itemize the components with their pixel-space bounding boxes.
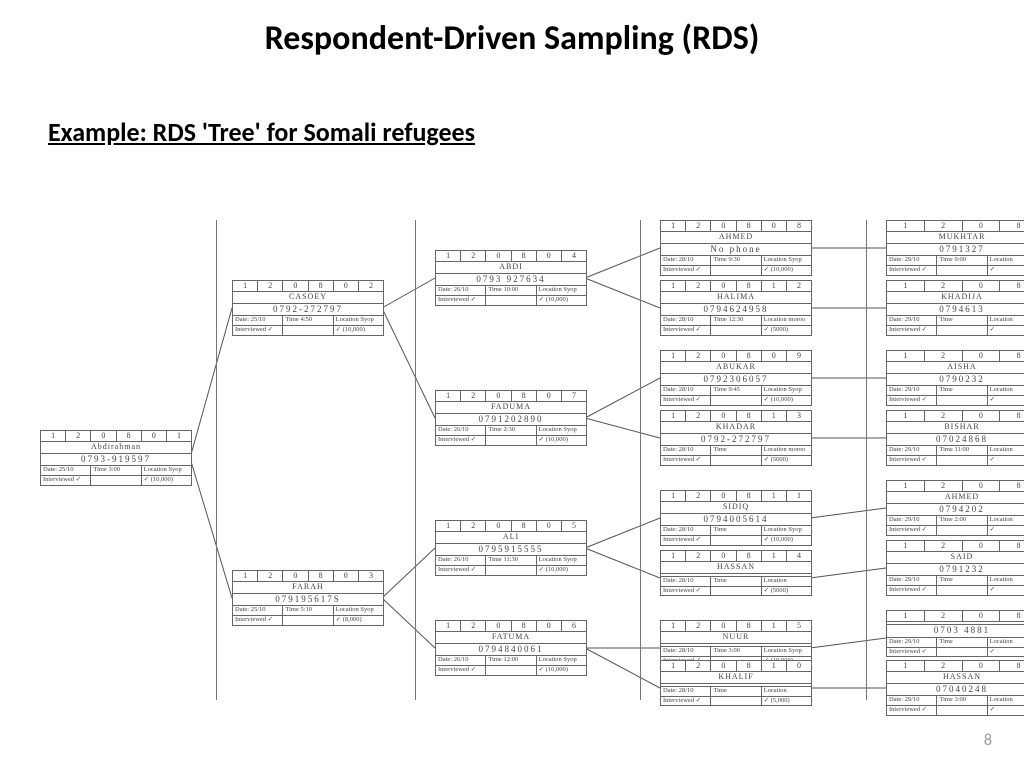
- tree-node: 120801Abdirahman0793-919597Date: 25/10Ti…: [40, 430, 192, 486]
- tree-node: 1208HASSAN07040248Date: 29/10Time 3:00Lo…: [886, 660, 1024, 716]
- tree-node: 1208MUKHTAR0791327Date: 29/10Time 9:00Lo…: [886, 220, 1024, 276]
- tree-node: 120813KHADAR0792-272797Date: 28/10Time L…: [660, 410, 812, 466]
- page-subtitle: Example: RDS 'Tree' for Somali refugees: [48, 116, 475, 148]
- tree-node: 12080703 4881Date: 29/10Time Location In…: [886, 610, 1024, 657]
- tree-node: 120808AHMEDNo phoneDate: 28/10Time 9:30L…: [660, 220, 812, 276]
- column-divider: [640, 220, 641, 700]
- tree-node: 120812HALIMA0794624958Date: 28/10Time 12…: [660, 280, 812, 336]
- tree-node: 120803FARAH079195617SDate: 25/10Time 5:1…: [232, 570, 384, 626]
- tree-node: 1208AISHA0790232Date: 29/10Time Location…: [886, 350, 1024, 406]
- tree-node: 120806FATUMA0794840061Date: 26/10Time 12…: [435, 620, 587, 676]
- rds-tree-diagram: 120801Abdirahman0793-919597Date: 25/10Ti…: [20, 220, 1024, 700]
- tree-node: 120814HASSANDate: 28/10Time Location Int…: [660, 550, 812, 596]
- column-divider: [216, 220, 217, 700]
- tree-node: 120805ALI0795915555Date: 26/10Time 11:30…: [435, 520, 587, 576]
- tree-node: 120810KHALIFDate: 28/10Time Location Int…: [660, 660, 812, 706]
- tree-node: 1208KHADIJA0794613Date: 29/10Time Locati…: [886, 280, 1024, 336]
- tree-node: 120804ABDI0793 927634Date: 26/10Time 10:…: [435, 250, 587, 306]
- tree-node: 120802CASOEY0792-272797Date: 25/10Time 4…: [232, 280, 384, 336]
- tree-node: 120811SIDIQ0794005614Date: 28/10Time Loc…: [660, 490, 812, 546]
- page-title: Respondent-Driven Sampling (RDS): [0, 18, 1024, 59]
- tree-node: 1208AHMED0794202Date: 29/10Time 2:00Loca…: [886, 480, 1024, 536]
- tree-node: 120809ABUKAR0792306057Date: 28/10Time 9:…: [660, 350, 812, 406]
- slide: Respondent-Driven Sampling (RDS) Example…: [0, 0, 1024, 768]
- tree-node: 1208SAID0791232Date: 29/10Time Location …: [886, 540, 1024, 596]
- page-number: 8: [984, 731, 992, 750]
- tree-node: 120807FADUMA0791202890Date: 26/10Time 2:…: [435, 390, 587, 446]
- column-divider: [866, 220, 867, 700]
- tree-node: 1208BISHAR07024868Date: 29/10Time 11:00L…: [886, 410, 1024, 466]
- column-divider: [415, 220, 416, 700]
